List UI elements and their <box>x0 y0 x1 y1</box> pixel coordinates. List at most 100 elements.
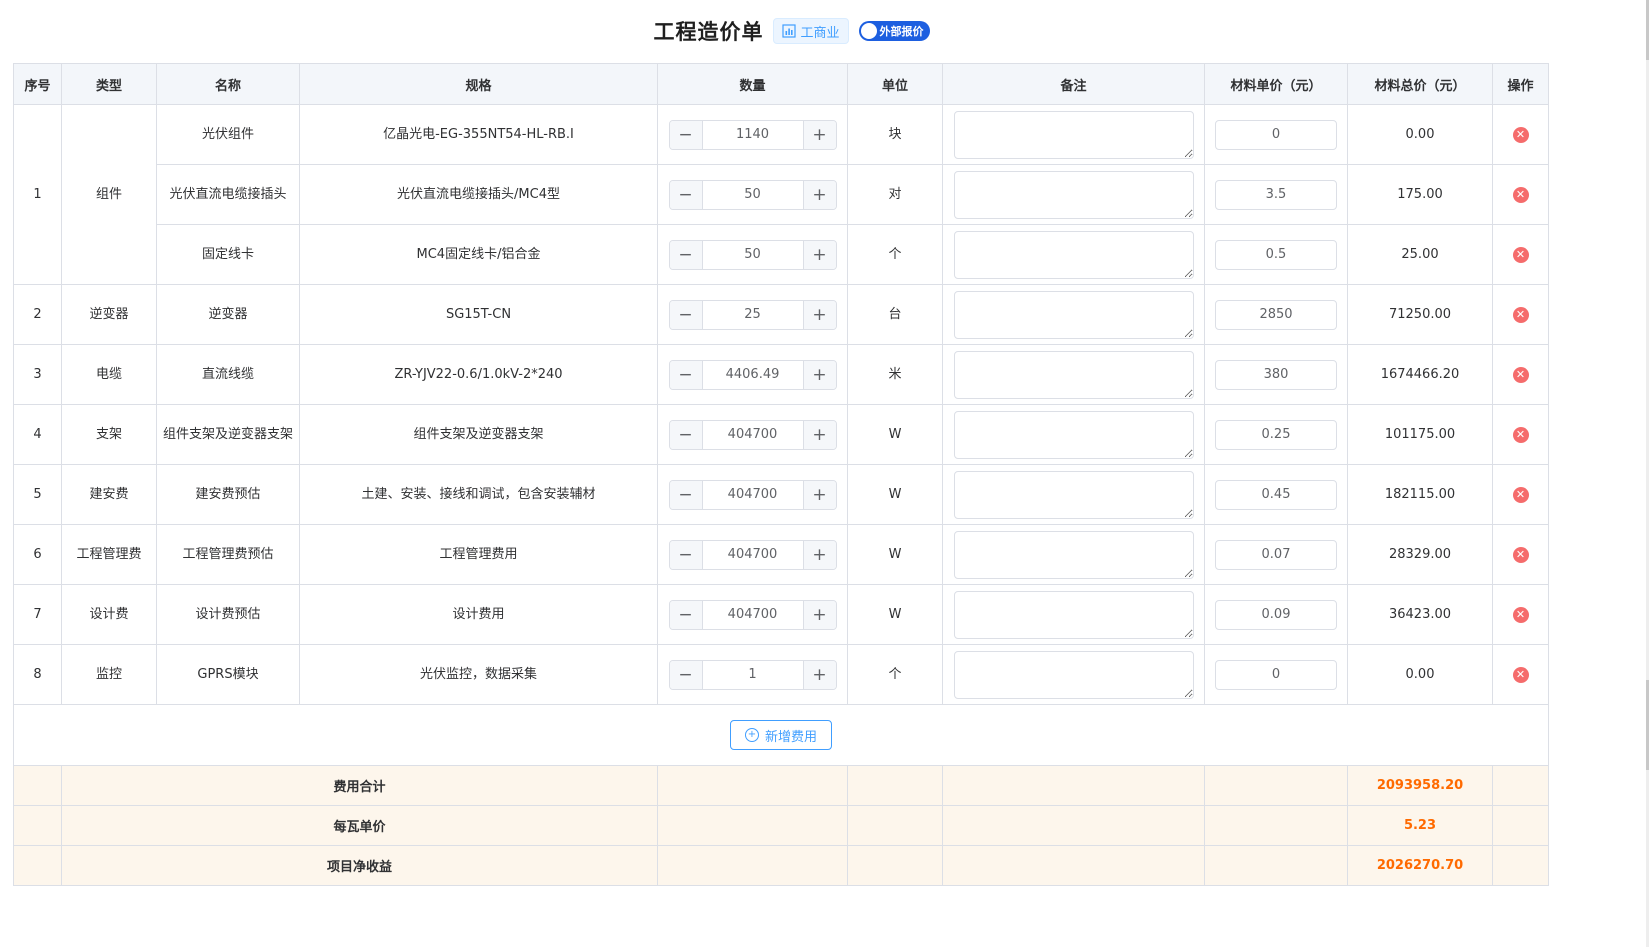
quantity-input[interactable] <box>702 300 803 329</box>
row-quantity-cell: − + <box>657 224 848 285</box>
summary-blank <box>1492 805 1549 846</box>
quantity-stepper[interactable]: − + <box>668 659 837 690</box>
quantity-input[interactable] <box>702 180 803 209</box>
plus-icon[interactable]: + <box>802 120 836 149</box>
note-textarea[interactable] <box>953 350 1194 399</box>
summary-blank <box>657 805 848 846</box>
quantity-stepper[interactable]: − + <box>668 239 837 270</box>
unit-price-input[interactable] <box>1215 239 1337 270</box>
quantity-input[interactable] <box>702 360 803 389</box>
minus-icon[interactable]: − <box>669 660 703 689</box>
quantity-stepper[interactable]: − + <box>668 119 837 150</box>
summary-blank <box>847 845 943 886</box>
note-textarea[interactable] <box>953 170 1194 219</box>
quantity-stepper[interactable]: − + <box>668 419 837 450</box>
col-header-unit-price: 材料单价（元） <box>1204 63 1348 105</box>
close-circle-icon[interactable]: ✕ <box>1512 186 1529 203</box>
note-textarea[interactable] <box>953 530 1194 579</box>
quantity-input[interactable] <box>702 480 803 509</box>
minus-icon[interactable]: − <box>669 120 703 149</box>
unit-price-input[interactable] <box>1215 539 1337 570</box>
note-textarea[interactable] <box>953 650 1194 699</box>
row-actions-cell: ✕ <box>1492 284 1549 345</box>
row-note-cell <box>942 524 1205 585</box>
unit-price-input[interactable] <box>1215 659 1337 690</box>
row-price-cell <box>1204 584 1348 645</box>
quantity-stepper[interactable]: − + <box>668 179 837 210</box>
row-unit: W <box>847 464 943 525</box>
quantity-input[interactable] <box>702 540 803 569</box>
unit-price-input[interactable] <box>1215 599 1337 630</box>
row-total: 0.00 <box>1347 644 1493 705</box>
row-spec: 土建、安装、接线和调试，包含安装辅材 <box>299 464 658 525</box>
summary-blank <box>1204 805 1348 846</box>
row-quantity-cell: − + <box>657 284 848 345</box>
close-circle-icon[interactable]: ✕ <box>1512 126 1529 143</box>
row-quantity-cell: − + <box>657 164 848 225</box>
close-circle-icon[interactable]: ✕ <box>1512 486 1529 503</box>
quantity-input[interactable] <box>702 660 803 689</box>
note-textarea[interactable] <box>953 590 1194 639</box>
close-circle-icon[interactable]: ✕ <box>1512 666 1529 683</box>
quantity-stepper[interactable]: − + <box>668 299 837 330</box>
note-textarea[interactable] <box>953 410 1194 459</box>
quantity-input[interactable] <box>702 420 803 449</box>
minus-icon[interactable]: − <box>669 360 703 389</box>
close-circle-icon[interactable]: ✕ <box>1512 246 1529 263</box>
quantity-input[interactable] <box>702 600 803 629</box>
col-header-quantity: 数量 <box>657 63 848 105</box>
note-textarea[interactable] <box>953 290 1194 339</box>
add-cost-button[interactable]: + 新增费用 <box>729 720 832 750</box>
minus-icon[interactable]: − <box>669 540 703 569</box>
plus-icon[interactable]: + <box>802 360 836 389</box>
row-name: 固定线卡 <box>156 224 300 285</box>
plus-icon[interactable]: + <box>802 300 836 329</box>
note-textarea[interactable] <box>953 230 1194 279</box>
minus-icon[interactable]: − <box>669 480 703 509</box>
summary-blank <box>847 805 943 846</box>
close-circle-icon[interactable]: ✕ <box>1512 306 1529 323</box>
quantity-input[interactable] <box>702 120 803 149</box>
table-row: 6工程管理费工程管理费预估工程管理费用 − + W 28329.00 ✕ <box>13 524 1549 585</box>
unit-price-input[interactable] <box>1215 299 1337 330</box>
row-total: 175.00 <box>1347 164 1493 225</box>
external-quote-switch[interactable]: 外部报价 <box>858 21 930 41</box>
unit-price-input[interactable] <box>1215 359 1337 390</box>
unit-price-input[interactable] <box>1215 179 1337 210</box>
minus-icon[interactable]: − <box>669 240 703 269</box>
row-type: 支架 <box>61 404 157 465</box>
summary-label: 项目净收益 <box>61 845 658 886</box>
summary-blank <box>942 805 1205 846</box>
plus-icon[interactable]: + <box>802 420 836 449</box>
quantity-stepper[interactable]: − + <box>668 479 837 510</box>
unit-price-input[interactable] <box>1215 119 1337 150</box>
note-textarea[interactable] <box>953 110 1194 159</box>
plus-icon[interactable]: + <box>802 480 836 509</box>
summary-blank <box>1492 765 1549 806</box>
plus-icon[interactable]: + <box>802 180 836 209</box>
industry-tag[interactable]: 工商业 <box>773 18 849 44</box>
plus-icon[interactable]: + <box>802 600 836 629</box>
quantity-stepper[interactable]: − + <box>668 359 837 390</box>
plus-icon[interactable]: + <box>802 660 836 689</box>
row-index: 2 <box>13 284 62 345</box>
unit-price-input[interactable] <box>1215 479 1337 510</box>
quantity-stepper[interactable]: − + <box>668 599 837 630</box>
plus-icon[interactable]: + <box>802 240 836 269</box>
unit-price-input[interactable] <box>1215 419 1337 450</box>
quantity-stepper[interactable]: − + <box>668 539 837 570</box>
close-circle-icon[interactable]: ✕ <box>1512 606 1529 623</box>
minus-icon[interactable]: − <box>669 600 703 629</box>
minus-icon[interactable]: − <box>669 180 703 209</box>
plus-circle-icon: + <box>744 728 759 742</box>
close-circle-icon[interactable]: ✕ <box>1512 546 1529 563</box>
note-textarea[interactable] <box>953 470 1194 519</box>
row-price-cell <box>1204 524 1348 585</box>
minus-icon[interactable]: − <box>669 420 703 449</box>
minus-icon[interactable]: − <box>669 300 703 329</box>
close-circle-icon[interactable]: ✕ <box>1512 426 1529 443</box>
close-circle-icon[interactable]: ✕ <box>1512 366 1529 383</box>
summary-blank <box>1204 765 1348 806</box>
plus-icon[interactable]: + <box>802 540 836 569</box>
quantity-input[interactable] <box>702 240 803 269</box>
